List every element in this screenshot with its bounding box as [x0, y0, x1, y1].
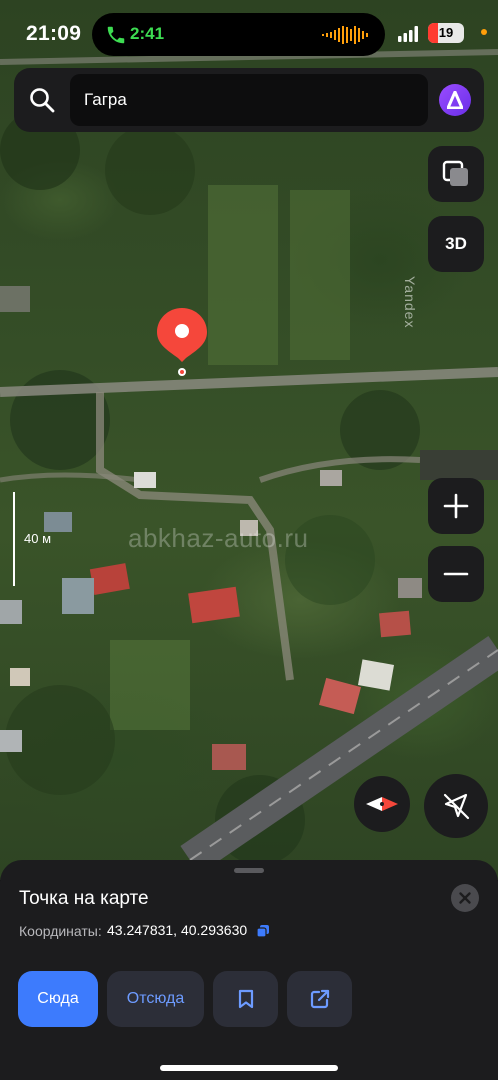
sheet-title: Точка на карте — [19, 888, 149, 909]
coordinates-label: Координаты: — [19, 923, 102, 939]
status-time: 21:09 — [26, 22, 82, 45]
sheet-grabber[interactable] — [234, 868, 264, 873]
point-bottom-sheet: Точка на карте Координаты: 43.247831, 40… — [0, 860, 498, 1080]
search-bar: Гагра — [14, 68, 484, 132]
phone-icon — [107, 26, 125, 44]
map-pin-icon[interactable] — [155, 306, 209, 376]
provider-logo: Yandex — [402, 276, 418, 329]
route-from-button[interactable]: Отсюда — [107, 971, 204, 1027]
plus-icon — [443, 493, 469, 519]
compass-icon — [366, 797, 398, 811]
watermark-text: abkhaz-auto.ru — [128, 523, 309, 553]
my-location-button[interactable] — [424, 774, 488, 838]
scale-bar — [13, 492, 15, 586]
layers-button[interactable] — [428, 146, 484, 202]
bookmark-button[interactable] — [213, 971, 278, 1027]
cellular-signal-icon — [398, 26, 418, 42]
copy-icon[interactable] — [256, 924, 270, 938]
scale-label: 40 м — [24, 531, 52, 546]
share-icon — [310, 989, 329, 1009]
mic-indicator-dot — [481, 29, 487, 35]
satellite-map[interactable] — [0, 0, 498, 880]
audio-wave-icon — [322, 26, 368, 44]
share-button[interactable] — [287, 971, 352, 1027]
location-off-icon — [443, 793, 470, 820]
call-duration: 2:41 — [130, 24, 165, 43]
status-bar: 21:09 2:41 19 — [0, 0, 498, 64]
zoom-out-button[interactable] — [428, 546, 484, 602]
bookmark-icon — [238, 989, 253, 1009]
search-input[interactable]: Гагра — [70, 74, 428, 126]
battery-level: 19 — [438, 25, 454, 40]
minus-icon — [443, 572, 469, 576]
alice-glyph — [447, 91, 463, 109]
3d-mode-button[interactable]: 3D — [428, 216, 484, 272]
route-here-button[interactable]: Сюда — [18, 971, 98, 1027]
zoom-in-button[interactable] — [428, 478, 484, 534]
map-imagery — [0, 49, 498, 875]
close-icon — [459, 892, 471, 904]
home-indicator[interactable] — [160, 1065, 338, 1071]
coordinates-value[interactable]: 43.247831, 40.293630 — [107, 922, 247, 938]
close-button[interactable] — [451, 884, 479, 912]
search-icon[interactable] — [28, 86, 56, 114]
dynamic-island-call[interactable]: 2:41 — [92, 13, 385, 56]
compass-button[interactable] — [354, 776, 410, 832]
alice-assistant-icon[interactable] — [439, 84, 471, 116]
battery-icon: 19 — [428, 23, 464, 43]
layers-icon — [442, 160, 468, 186]
